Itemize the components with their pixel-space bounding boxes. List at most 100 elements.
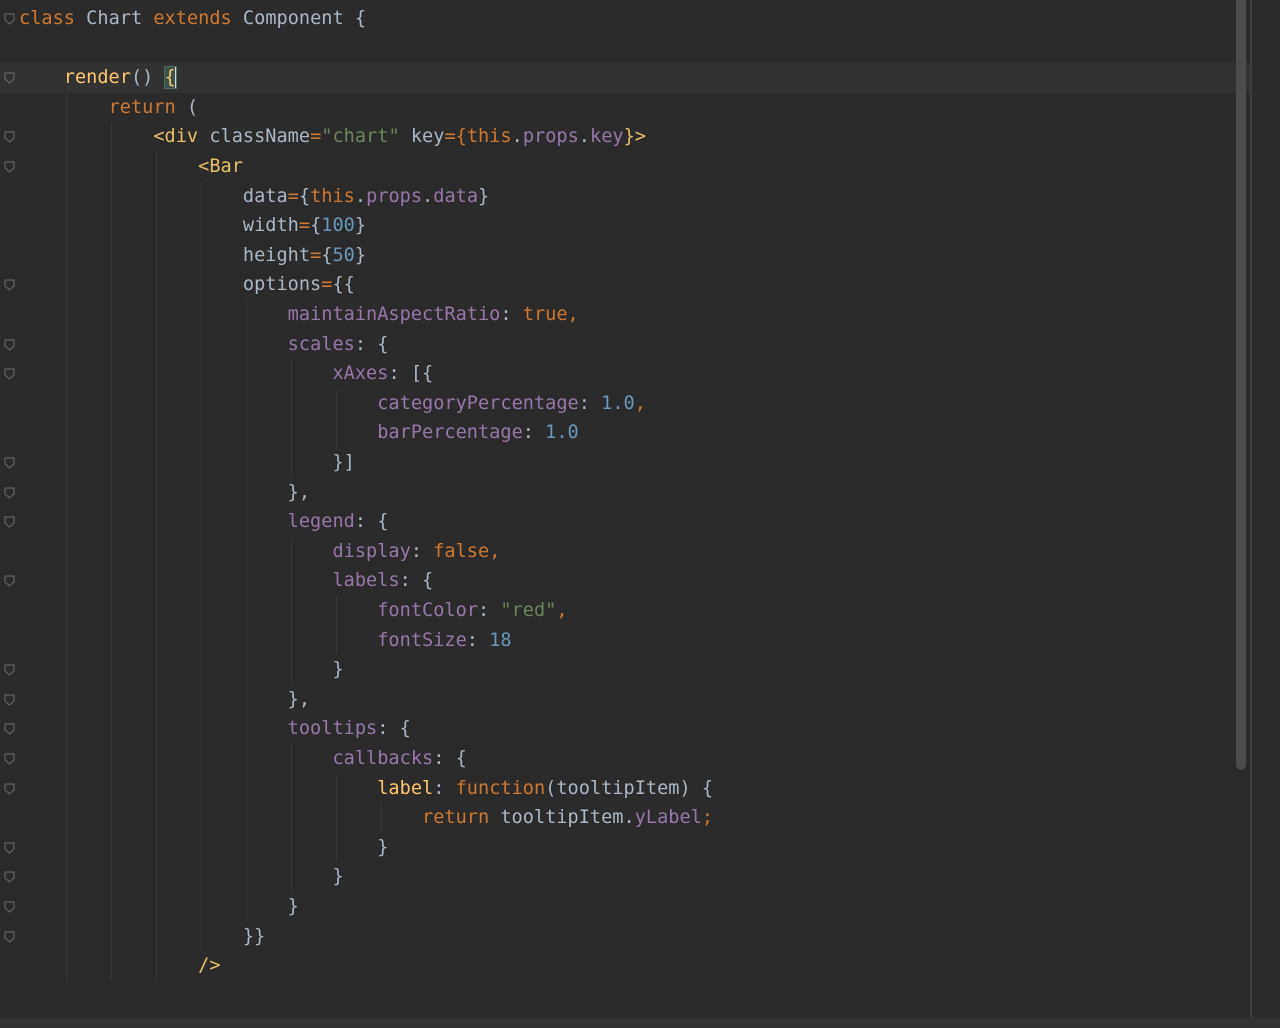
fold-marker-icon[interactable] (4, 931, 15, 943)
code-line[interactable]: class Chart extends Component { (0, 4, 1250, 34)
editor-divider (1250, 0, 1252, 1028)
code-token: /> (198, 955, 221, 977)
line-text: options={{ (19, 270, 355, 300)
fold-marker-icon[interactable] (4, 72, 15, 84)
code-line[interactable]: } (0, 862, 1250, 892)
code-token: key (590, 126, 624, 148)
code-token: data (19, 185, 288, 207)
line-text: <Bar (19, 152, 243, 182)
code-token: { (298, 185, 311, 207)
fold-marker-icon[interactable] (4, 694, 15, 706)
code-line[interactable]: scales: { (0, 330, 1250, 360)
fold-marker-icon[interactable] (4, 753, 15, 765)
fold-marker-icon[interactable] (4, 131, 15, 144)
code-line[interactable]: callbacks: { (0, 744, 1250, 774)
code-token: tooltips (287, 718, 378, 740)
line-text: barPercentage: 1.0 (19, 418, 579, 448)
code-token: : (500, 304, 523, 325)
line-text: height={50} (19, 241, 366, 271)
fold-marker-icon[interactable] (4, 871, 15, 884)
code-token: false, (433, 540, 501, 562)
code-token: : { (433, 748, 467, 769)
code-line[interactable]: barPercentage: 1.0 (0, 418, 1250, 448)
code-line[interactable]: display: false, (0, 537, 1250, 567)
code-token: categoryPercentage (377, 392, 579, 414)
code-line[interactable]: height={50} (0, 241, 1250, 271)
code-token: : { (354, 333, 389, 355)
fold-marker-icon[interactable] (4, 457, 15, 469)
code-token: width (19, 215, 299, 237)
code-line[interactable]: <div className="chart" key={this.props.k… (0, 122, 1250, 152)
code-area[interactable]: class Chart extends Component { render()… (0, 4, 1250, 1028)
fold-marker-icon[interactable] (4, 516, 15, 528)
fold-marker-icon[interactable] (4, 487, 15, 499)
code-line[interactable]: <Bar (0, 152, 1250, 182)
vertical-scrollbar-thumb[interactable] (1236, 0, 1246, 770)
code-line[interactable] (0, 34, 1250, 64)
fold-marker-icon[interactable] (4, 368, 15, 380)
fold-marker-icon[interactable] (4, 664, 15, 676)
code-line[interactable]: }, (0, 685, 1250, 715)
code-token: { (321, 244, 333, 266)
line-text: /> (19, 951, 221, 981)
code-line[interactable]: /> (0, 951, 1250, 981)
line-text: render() { (19, 63, 177, 93)
code-line[interactable]: } (0, 833, 1250, 863)
code-line[interactable]: }} (0, 922, 1250, 952)
fold-marker-icon[interactable] (4, 339, 15, 351)
code-token: }] (19, 452, 355, 473)
fold-marker-icon[interactable] (4, 575, 15, 588)
code-line[interactable]: return tooltipItem.yLabel; (0, 803, 1250, 833)
code-editor[interactable]: class Chart extends Component { render()… (0, 0, 1280, 1028)
horizontal-scrollbar[interactable] (0, 1018, 1280, 1028)
fold-marker-icon[interactable] (4, 279, 15, 292)
code-line[interactable]: }, (0, 478, 1250, 508)
fold-marker-icon[interactable] (4, 161, 15, 173)
code-line[interactable]: fontSize: 18 (0, 626, 1250, 656)
code-line[interactable]: maintainAspectRatio: true, (0, 300, 1250, 330)
fold-marker-icon[interactable] (4, 783, 15, 795)
code-token: <Bar (198, 156, 243, 177)
code-line[interactable]: legend: { (0, 507, 1250, 537)
code-line[interactable]: data={this.props.data} (0, 182, 1250, 212)
scrollbar-track[interactable] (1250, 0, 1280, 1028)
line-text: } (19, 833, 388, 863)
line-text: class Chart extends Component { (19, 4, 366, 34)
code-line[interactable]: xAxes: [{ (0, 359, 1250, 389)
fold-marker-icon[interactable] (4, 842, 15, 854)
code-token: render (63, 67, 131, 89)
code-token: }> (623, 126, 646, 148)
code-line[interactable]: }] (0, 448, 1250, 478)
line-text: scales: { (19, 330, 389, 360)
line-text: width={100} (19, 211, 366, 241)
code-line[interactable]: } (0, 655, 1250, 685)
code-line[interactable]: label: function(tooltipItem) { (0, 774, 1250, 804)
fold-marker-icon[interactable] (4, 901, 15, 913)
code-token: fontSize (377, 629, 467, 651)
code-token: yLabel (634, 807, 702, 829)
fold-marker-icon[interactable] (4, 13, 15, 25)
line-text: } (19, 862, 343, 892)
code-line[interactable]: render() { (0, 63, 1250, 93)
code-token: (tooltipItem) { (545, 777, 714, 799)
code-token: labels (332, 570, 400, 592)
code-line[interactable]: return ( (0, 93, 1250, 123)
code-line[interactable]: categoryPercentage: 1.0, (0, 389, 1250, 419)
code-token: this (310, 185, 355, 207)
code-line[interactable]: fontColor: "red", (0, 596, 1250, 626)
line-text: } (19, 892, 299, 922)
code-line[interactable]: tooltips: { (0, 714, 1250, 744)
fold-marker-icon[interactable] (4, 723, 15, 736)
code-line[interactable]: options={{ (0, 270, 1250, 300)
code-line[interactable]: labels: { (0, 566, 1250, 596)
code-token: : (466, 629, 490, 651)
code-line[interactable]: } (0, 892, 1250, 922)
code-line[interactable]: width={100} (0, 211, 1250, 241)
